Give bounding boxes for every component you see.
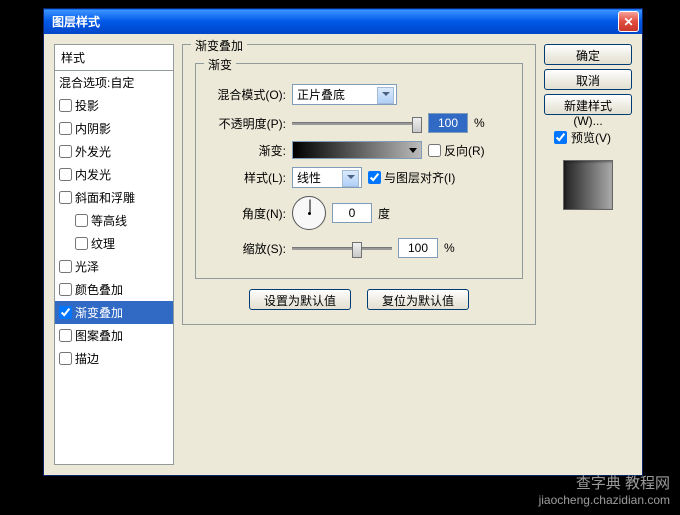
gradient-row: 渐变: 反向(R) xyxy=(206,141,512,159)
styles-panel: 样式 混合选项:自定 投影 内阴影 外发光 内发光 斜面和浮雕 等高线 纹理 光… xyxy=(54,44,174,465)
titlebar-text: 图层样式 xyxy=(52,13,100,30)
make-default-button[interactable]: 设置为默认值 xyxy=(249,289,351,310)
new-style-button[interactable]: 新建样式(W)... xyxy=(544,94,632,115)
gradient-label: 渐变: xyxy=(206,142,286,159)
cancel-button[interactable]: 取消 xyxy=(544,69,632,90)
style-item-gradient-overlay[interactable]: 渐变叠加 xyxy=(55,301,173,324)
angle-label: 角度(N): xyxy=(206,205,286,222)
watermark: 查字典 教程网 jiaocheng.chazidian.com xyxy=(539,474,670,509)
style-item-inner-shadow[interactable]: 内阴影 xyxy=(55,117,173,140)
align-checkbox[interactable] xyxy=(368,171,381,184)
style-item-color-overlay[interactable]: 颜色叠加 xyxy=(55,278,173,301)
default-buttons-row: 设置为默认值 复位为默认值 xyxy=(195,289,523,310)
reverse-checkbox[interactable] xyxy=(428,144,441,157)
angle-dial[interactable] xyxy=(292,196,326,230)
gradient-picker[interactable] xyxy=(292,141,422,159)
slider-thumb[interactable] xyxy=(412,117,422,133)
checkbox[interactable] xyxy=(59,352,72,365)
blend-mode-row: 混合模式(O): 正片叠底 xyxy=(206,84,512,105)
checkbox[interactable] xyxy=(59,99,72,112)
inner-legend: 渐变 xyxy=(204,56,236,73)
checkbox[interactable] xyxy=(59,168,72,181)
checkbox[interactable] xyxy=(59,122,72,135)
style-row: 样式(L): 线性 与图层对齐(I) xyxy=(206,167,512,188)
scale-row: 缩放(S): % xyxy=(206,238,512,258)
scale-slider[interactable] xyxy=(292,247,392,250)
ok-button[interactable]: 确定 xyxy=(544,44,632,65)
chevron-down-icon xyxy=(382,92,390,96)
settings-panel: 渐变叠加 渐变 混合模式(O): 正片叠底 不透明度(P): xyxy=(182,44,536,465)
close-button[interactable]: ✕ xyxy=(618,11,639,32)
reverse-checkbox-label[interactable]: 反向(R) xyxy=(428,142,485,159)
preview-checkbox[interactable] xyxy=(554,131,567,144)
checkbox[interactable] xyxy=(59,329,72,342)
style-item-outer-glow[interactable]: 外发光 xyxy=(55,140,173,163)
preview-swatch xyxy=(563,160,613,210)
scale-label: 缩放(S): xyxy=(206,240,286,257)
style-select[interactable]: 线性 xyxy=(292,167,362,188)
opacity-slider[interactable] xyxy=(292,122,422,125)
checkbox[interactable] xyxy=(59,260,72,273)
opacity-input[interactable] xyxy=(428,113,468,133)
align-checkbox-label[interactable]: 与图层对齐(I) xyxy=(368,169,455,186)
checkbox[interactable] xyxy=(75,237,88,250)
layer-style-dialog: 图层样式 ✕ 样式 混合选项:自定 投影 内阴影 外发光 内发光 斜面和浮雕 等… xyxy=(43,8,643,476)
style-item-contour[interactable]: 等高线 xyxy=(55,209,173,232)
styles-header[interactable]: 样式 xyxy=(54,44,174,70)
style-item-blend-options[interactable]: 混合选项:自定 xyxy=(55,71,173,94)
style-item-satin[interactable]: 光泽 xyxy=(55,255,173,278)
style-item-pattern-overlay[interactable]: 图案叠加 xyxy=(55,324,173,347)
reset-default-button[interactable]: 复位为默认值 xyxy=(367,289,469,310)
angle-row: 角度(N): 度 xyxy=(206,196,512,230)
blend-mode-label: 混合模式(O): xyxy=(206,86,286,103)
style-item-stroke[interactable]: 描边 xyxy=(55,347,173,370)
style-item-texture[interactable]: 纹理 xyxy=(55,232,173,255)
opacity-label: 不透明度(P): xyxy=(206,115,286,132)
styles-list: 混合选项:自定 投影 内阴影 外发光 内发光 斜面和浮雕 等高线 纹理 光泽 颜… xyxy=(54,70,174,465)
style-label: 样式(L): xyxy=(206,169,286,186)
gradient-preview-inner xyxy=(293,142,421,158)
chevron-down-icon xyxy=(347,175,355,179)
fieldset-legend: 渐变叠加 xyxy=(191,37,247,54)
slider-thumb[interactable] xyxy=(352,242,362,258)
dialog-content: 样式 混合选项:自定 投影 内阴影 外发光 内发光 斜面和浮雕 等高线 纹理 光… xyxy=(44,34,642,475)
close-icon: ✕ xyxy=(623,15,633,29)
preview-checkbox-label[interactable]: 预览(V) xyxy=(544,129,632,146)
checkbox[interactable] xyxy=(59,145,72,158)
checkbox[interactable] xyxy=(59,283,72,296)
angle-input[interactable] xyxy=(332,203,372,223)
style-item-inner-glow[interactable]: 内发光 xyxy=(55,163,173,186)
chevron-down-icon xyxy=(409,148,417,153)
checkbox[interactable] xyxy=(59,306,72,319)
scale-input[interactable] xyxy=(398,238,438,258)
titlebar[interactable]: 图层样式 ✕ xyxy=(44,9,642,34)
checkbox[interactable] xyxy=(75,214,88,227)
gradient-inner-fieldset: 渐变 混合模式(O): 正片叠底 不透明度(P): xyxy=(195,63,523,279)
opacity-row: 不透明度(P): % xyxy=(206,113,512,133)
gradient-overlay-fieldset: 渐变叠加 渐变 混合模式(O): 正片叠底 不透明度(P): xyxy=(182,44,536,325)
checkbox[interactable] xyxy=(59,191,72,204)
style-item-drop-shadow[interactable]: 投影 xyxy=(55,94,173,117)
blend-mode-select[interactable]: 正片叠底 xyxy=(292,84,397,105)
action-panel: 确定 取消 新建样式(W)... 预览(V) xyxy=(544,44,632,465)
style-item-bevel[interactable]: 斜面和浮雕 xyxy=(55,186,173,209)
